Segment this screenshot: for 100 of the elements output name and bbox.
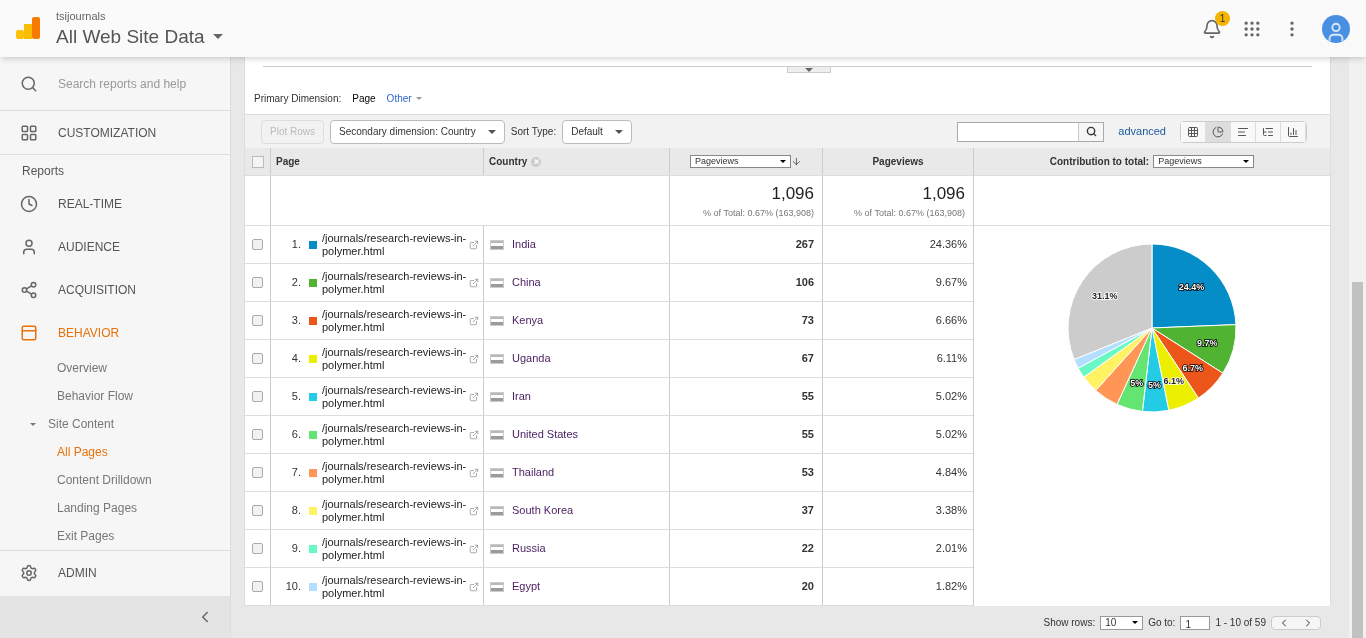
country-name[interactable]: India [512, 236, 536, 253]
row-checkbox[interactable] [252, 543, 263, 554]
advanced-link[interactable]: advanced [1118, 123, 1166, 140]
nav-item[interactable]: ADMIN [0, 551, 230, 594]
page-link[interactable]: /journals/research-reviews-in-polymer.html [322, 535, 467, 562]
open-page-icon[interactable] [469, 239, 479, 250]
page-link[interactable]: /journals/research-reviews-in-polymer.html [322, 459, 467, 486]
percent-cell-text: 6.66% [934, 313, 968, 329]
show-rows-dropdown[interactable]: 10 [1100, 615, 1144, 630]
open-page-icon[interactable] [469, 353, 479, 364]
view-toggle-button[interactable] [1206, 121, 1231, 142]
flag-icon [490, 391, 504, 402]
nav-subitem[interactable]: Exit Pages [0, 522, 115, 550]
nav-item[interactable]: ACQUISITION [0, 268, 230, 311]
nav-subitem[interactable]: Site Content [0, 410, 115, 438]
nav-item[interactable]: REAL-TIME [0, 182, 230, 225]
select-all-checkbox[interactable] [251, 155, 264, 168]
nav-item[interactable]: CUSTOMIZATION [0, 111, 230, 154]
open-page-icon[interactable] [469, 315, 479, 326]
view-toggle-button[interactable] [1181, 121, 1206, 142]
pageviews-cell: 22 [670, 530, 823, 567]
notifications-button[interactable] [1202, 18, 1222, 39]
country-name[interactable]: Russia [512, 540, 546, 557]
country-name[interactable]: Egypt [512, 578, 541, 595]
page-link[interactable]: /journals/research-reviews-in-polymer.html [322, 231, 467, 258]
country-name[interactable]: South Korea [512, 502, 574, 519]
contribution-dropdown[interactable]: Pageviews [1153, 155, 1255, 168]
open-page-icon[interactable] [469, 277, 479, 288]
sort-descending-icon[interactable] [791, 156, 802, 167]
dimension-option[interactable]: Other [386, 91, 422, 106]
caret-icon [1243, 160, 1250, 163]
expand-chart-icon[interactable] [787, 66, 831, 73]
page-link[interactable]: /journals/research-reviews-in-polymer.html [322, 307, 467, 334]
total-note: % of Total: 0.67% (163,908) [854, 206, 965, 220]
remove-dimension-icon[interactable] [531, 156, 542, 167]
nav-subitem[interactable]: Landing Pages [0, 494, 138, 522]
open-page-icon[interactable] [469, 543, 479, 554]
nav-item[interactable]: AUDIENCE [0, 225, 230, 268]
page-link[interactable]: /journals/research-reviews-in-polymer.html [322, 383, 467, 410]
search-field[interactable]: Search reports and help [58, 74, 208, 93]
country-name[interactable]: Uganda [512, 350, 551, 367]
column-header[interactable]: Page [271, 148, 484, 175]
row-number: 7. [290, 465, 301, 481]
row-checkbox[interactable] [252, 391, 263, 402]
tree-icon [1262, 125, 1274, 138]
search-icon[interactable] [1078, 122, 1104, 141]
secondary-dimension-dropdown[interactable]: Secondary dimension: Country [330, 119, 505, 144]
total-note: % of Total: 0.67% (163,908) [703, 206, 814, 220]
slice-label: 6.7% [1182, 363, 1203, 374]
country-name[interactable]: China [512, 274, 541, 291]
caret-icon [487, 129, 496, 134]
view-toggle-button[interactable] [1256, 121, 1281, 142]
country-name[interactable]: Kenya [512, 312, 544, 329]
page-link[interactable]: /journals/research-reviews-in-polymer.html [322, 421, 467, 448]
open-page-icon[interactable] [469, 429, 479, 440]
row-checkbox[interactable] [252, 429, 263, 440]
go-to-field[interactable]: 1 [1180, 615, 1211, 630]
row-number: 8. [290, 503, 301, 519]
percent-cell-text: 6.11% [935, 351, 968, 367]
row-checkbox[interactable] [252, 315, 263, 326]
row-number: 5. [290, 389, 301, 405]
open-page-icon[interactable] [469, 581, 479, 592]
percent-cell-text: 4.84% [934, 465, 968, 481]
row-checkbox[interactable] [252, 239, 263, 250]
column-header[interactable]: Pageviews [823, 148, 973, 175]
row-number: 4. [290, 351, 301, 367]
gear-icon [20, 563, 38, 582]
row-checkbox[interactable] [252, 505, 263, 516]
sort-type-dropdown[interactable]: Default [562, 119, 632, 144]
table-search-field[interactable] [957, 121, 1105, 142]
nav-subitem[interactable]: Behavior Flow [0, 382, 134, 410]
open-page-icon[interactable] [469, 467, 479, 478]
row-checkbox[interactable] [252, 353, 263, 364]
metric-dropdown[interactable]: Pageviews [690, 155, 792, 168]
page-link[interactable]: /journals/research-reviews-in-polymer.html [322, 573, 467, 600]
scrollbar[interactable] [1349, 57, 1366, 638]
avatar[interactable] [1322, 14, 1350, 43]
view-toggle-button[interactable] [1281, 121, 1306, 142]
country-name[interactable]: Iran [512, 388, 531, 405]
row-checkbox[interactable] [252, 277, 263, 288]
row-checkbox[interactable] [252, 467, 263, 478]
row-checkbox[interactable] [252, 581, 263, 592]
view-toggle-button[interactable] [1231, 121, 1256, 142]
flag-icon [490, 467, 504, 478]
pageviews-cell: 106 [670, 264, 823, 301]
page-link[interactable]: /journals/research-reviews-in-polymer.html [322, 497, 467, 524]
flag-icon [490, 239, 504, 250]
country-name[interactable]: Thailand [512, 464, 555, 481]
bars-icon [1237, 125, 1249, 138]
dimension-option[interactable]: Page [352, 91, 376, 106]
page-link[interactable]: /journals/research-reviews-in-polymer.html [322, 269, 467, 296]
nav-subitem[interactable]: Overview [0, 354, 107, 382]
country-name[interactable]: United States [512, 426, 579, 443]
open-page-icon[interactable] [469, 505, 479, 516]
nav-subitem[interactable]: Content Drilldown [0, 466, 152, 494]
column-header[interactable]: Country [489, 154, 528, 169]
open-page-icon[interactable] [469, 391, 479, 402]
grid-icon [1187, 125, 1199, 138]
page-link[interactable]: /journals/research-reviews-in-polymer.html [322, 345, 467, 372]
property-selector[interactable]: All Web Site Data [56, 24, 223, 49]
